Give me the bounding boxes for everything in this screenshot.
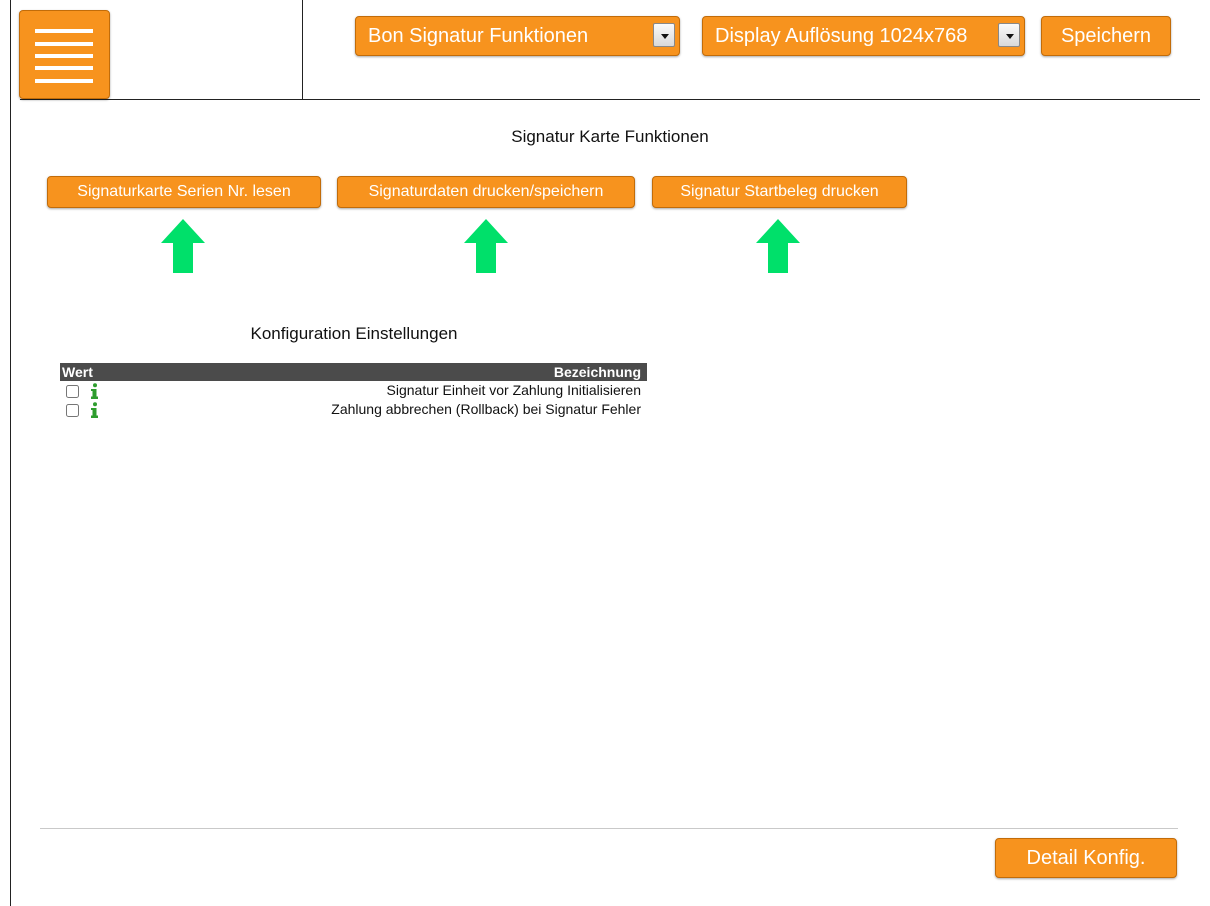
table-row: Zahlung abbrechen (Rollback) bei Signatu… [60,400,647,419]
function-select-value: Bon Signatur Funktionen [368,25,589,47]
table-row: Signatur Einheit vor Zahlung Initialisie… [60,381,647,400]
table-cell-description: Signatur Einheit vor Zahlung Initialisie… [386,382,641,398]
display-resolution-select[interactable]: Display Auflösung 1024x768 [702,16,1025,56]
arrow-up-icon [161,219,205,273]
config-settings-title: Konfiguration Einstellungen [250,324,458,343]
rollback-on-error-checkbox[interactable] [66,403,79,417]
table-header-row: Wert Bezeichnung [60,363,647,381]
detail-config-button[interactable]: Detail Konfig. [995,838,1177,878]
arrow-up-icon [464,219,508,273]
column-header-description: Bezeichnung [148,363,647,381]
column-header-value: Wert [60,363,148,381]
menu-button[interactable] [19,10,110,99]
card-functions-title: Signatur Karte Funktionen [511,127,709,146]
init-before-payment-checkbox[interactable] [66,384,79,398]
display-select-value: Display Auflösung 1024x768 [715,25,968,47]
read-serial-button[interactable]: Signaturkarte Serien Nr. lesen [47,176,321,208]
chevron-down-icon[interactable] [998,23,1020,47]
table-cell-value [60,400,148,419]
print-signature-data-button[interactable]: Signaturdaten drucken/speichern [337,176,635,208]
settings-table: Wert Bezeichnung Signatur Einheit vor Za… [60,363,647,419]
table-cell-description: Zahlung abbrechen (Rollback) bei Signatu… [331,401,641,417]
arrow-up-icon [756,219,800,273]
table-cell-value [60,381,148,400]
print-start-receipt-button[interactable]: Signatur Startbeleg drucken [652,176,907,208]
left-border [10,0,11,906]
header-separator [20,99,1200,100]
footer-divider [40,828,1178,829]
save-button[interactable]: Speichern [1041,16,1171,56]
info-icon[interactable] [89,402,99,419]
function-select[interactable]: Bon Signatur Funktionen [355,16,680,56]
info-icon[interactable] [89,383,99,400]
header-divider [302,0,303,100]
chevron-down-icon[interactable] [653,23,675,47]
